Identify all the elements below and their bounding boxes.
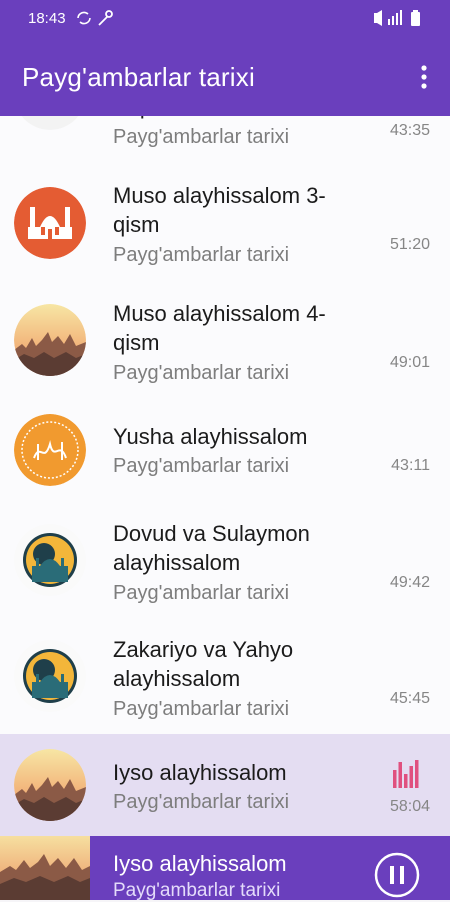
player-thumbnail [0, 836, 90, 900]
track-row[interactable]: 2-qism Payg'ambarlar tarixi 43:35 [0, 116, 450, 165]
track-duration: 58:04 [389, 798, 430, 815]
sync-icon [77, 11, 91, 25]
track-row[interactable]: Muso alayhissalom 4-qism Payg'ambarlar t… [0, 282, 450, 399]
track-title: Muso alayhissalom 3-qism [113, 183, 326, 237]
mini-player[interactable]: Iyso alayhissalom Payg'ambarlar tarixi [0, 836, 450, 901]
track-subtitle: Payg'ambarlar tarixi [113, 362, 290, 384]
city-sunset-thumb [14, 749, 86, 821]
status-bar: 18:43 [0, 0, 450, 36]
track-subtitle: Payg'ambarlar tarixi [113, 582, 290, 604]
calligraphy-orange-thumb [14, 414, 86, 486]
track-title: Zakariyo va Yahyo alayhissalom [113, 637, 294, 691]
track-title: Dovud va Sulaymon alayhissalom [113, 521, 310, 575]
track-duration: 45:45 [389, 690, 430, 707]
track-subtitle: Payg'ambarlar tarixi [113, 126, 290, 148]
battery-icon [411, 10, 420, 26]
app-title: Payg'ambarlar tarixi [22, 62, 255, 92]
track-subtitle: Payg'ambarlar tarixi [113, 455, 290, 477]
track-subtitle: Payg'ambarlar tarixi [113, 698, 290, 720]
mute-icon [374, 10, 382, 26]
track-duration: 43:35 [389, 122, 430, 139]
track-row[interactable]: Muso alayhissalom 3-qism Payg'ambarlar t… [0, 164, 450, 283]
track-duration: 51:20 [389, 236, 430, 253]
equalizer-icon [393, 760, 419, 788]
track-title: Yusha alayhissalom [113, 424, 308, 449]
track-duration: 43:11 [391, 457, 430, 474]
track-row-playing[interactable]: Iyso alayhissalom Payg'ambarlar tarixi 5… [0, 734, 450, 836]
more-vertical-icon[interactable] [416, 64, 432, 90]
track-title: Muso alayhissalom 4-qism [113, 301, 326, 355]
track-title: 2-qism [113, 116, 363, 121]
mosque-moon-thumb [14, 640, 86, 712]
track-list[interactable]: 2-qism Payg'ambarlar tarixi 43:35 Muso a… [0, 116, 450, 836]
status-time: 18:43 [28, 10, 66, 27]
app-bar: Payg'ambarlar tarixi [0, 36, 450, 116]
track-row[interactable]: Dovud va Sulaymon alayhissalom Payg'amba… [0, 502, 450, 619]
pause-icon[interactable] [374, 852, 420, 898]
player-title: Iyso alayhissalom [113, 851, 287, 876]
track-subtitle: Payg'ambarlar tarixi [113, 244, 290, 266]
track-row[interactable]: Yusha alayhissalom Payg'ambarlar tarixi … [0, 398, 450, 503]
player-subtitle: Payg'ambarlar tarixi [113, 880, 281, 901]
city-sunset-thumb [14, 304, 86, 376]
mosque-green-thumb [21, 116, 79, 130]
track-duration: 49:01 [389, 354, 430, 371]
mosque-red-thumb [14, 187, 86, 259]
wrench-icon [98, 10, 113, 26]
track-subtitle: Payg'ambarlar tarixi [113, 791, 290, 813]
sync-wrench-icons [77, 10, 113, 26]
track-duration: 49:42 [389, 574, 430, 591]
mosque-moon-thumb [14, 524, 86, 596]
track-title: Iyso alayhissalom [113, 760, 287, 785]
signal-icon [388, 10, 402, 25]
status-right-icons [374, 10, 420, 26]
track-row[interactable]: Zakariyo va Yahyo alayhissalom Payg'amba… [0, 618, 450, 735]
